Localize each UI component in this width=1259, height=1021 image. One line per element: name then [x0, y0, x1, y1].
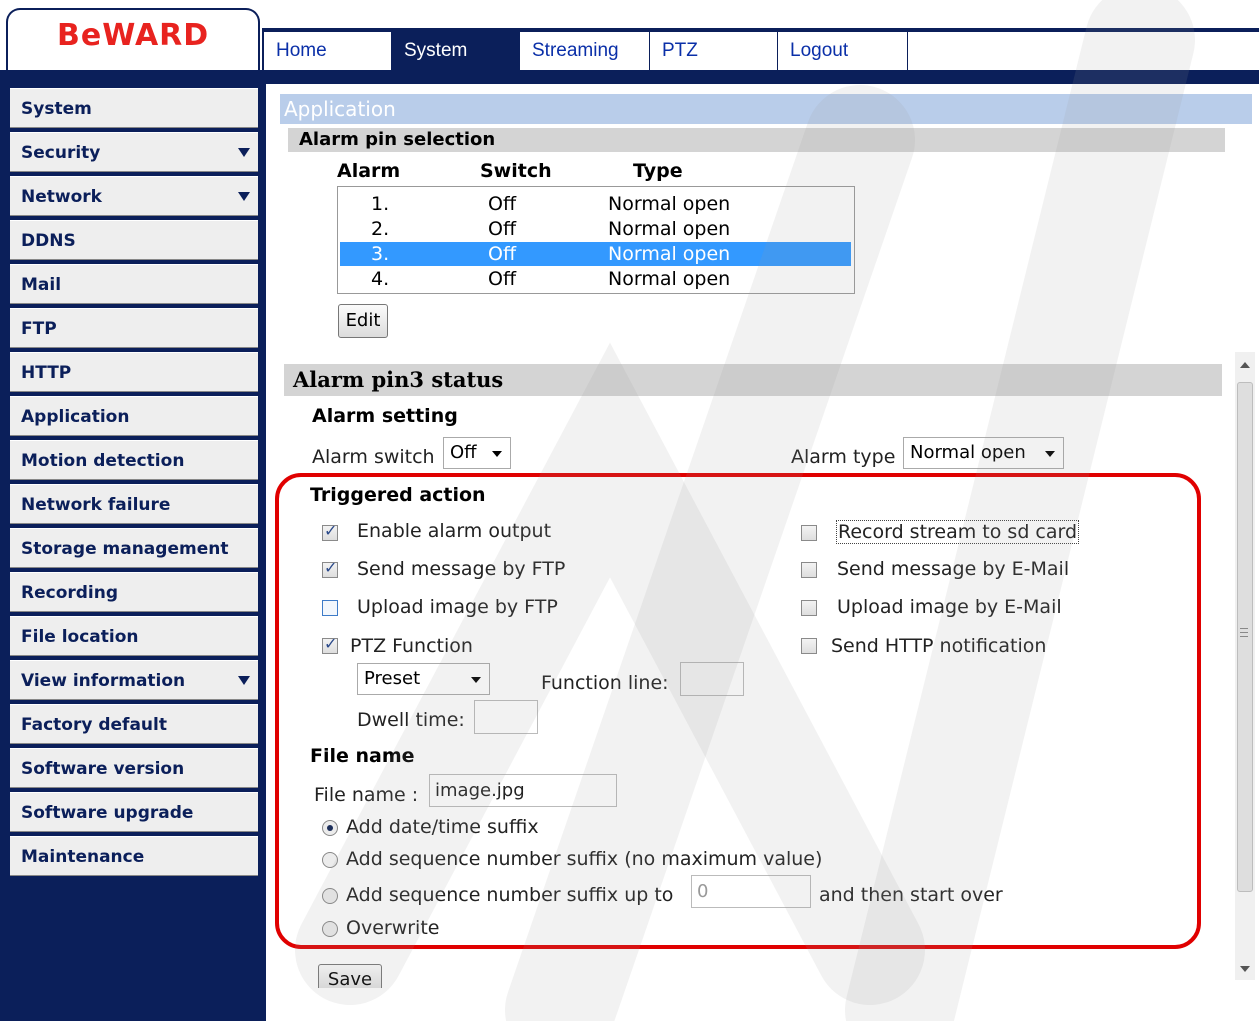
alarm-type: Normal open: [608, 193, 731, 215]
column-alarm: Alarm: [337, 160, 401, 182]
sidebar-item-network[interactable]: Network: [10, 176, 258, 216]
alarm-list[interactable]: 1. Off Normal open 2. Off Normal open 3.…: [337, 186, 855, 294]
alarm-switch: Off: [488, 193, 517, 215]
page-title: Application: [280, 94, 1252, 124]
sidebar-item-label: HTTP: [21, 363, 72, 383]
alarm-type: Normal open: [608, 218, 731, 240]
tab-home[interactable]: Home: [264, 32, 392, 70]
alarm-switch: Off: [488, 268, 517, 290]
tab-system[interactable]: System: [392, 32, 520, 70]
grip-icon: [1240, 636, 1248, 637]
sidebar-item-maintenance[interactable]: Maintenance: [10, 836, 258, 876]
alarm-row[interactable]: 1. Off Normal open: [340, 192, 851, 216]
alarm-status-title: Alarm pin3 status: [284, 364, 1222, 396]
grip-icon: [1240, 632, 1248, 633]
sidebar-item-label: DDNS: [21, 231, 76, 251]
alarm-type: Normal open: [608, 268, 731, 290]
scrollbar-thumb[interactable]: [1237, 382, 1253, 892]
sidebar-item-label: File location: [21, 627, 139, 647]
sidebar-item-recording[interactable]: Recording: [10, 572, 258, 612]
tab-streaming[interactable]: Streaming: [520, 32, 650, 70]
alarm-row-selected[interactable]: 3. Off Normal open: [340, 242, 851, 266]
alarm-switch: Off: [488, 243, 517, 265]
alarm-switch-value: Off: [450, 442, 477, 463]
sidebar-item-storage-management[interactable]: Storage management: [10, 528, 258, 568]
alarm-switch: Off: [488, 218, 517, 240]
sidebar-item-label: System: [21, 99, 92, 119]
alarm-type: Normal open: [608, 243, 731, 265]
content-clip: [266, 988, 1235, 1021]
scroll-down-icon[interactable]: [1240, 966, 1250, 972]
alarm-type-label: Alarm type: [791, 446, 896, 468]
header-divider: [0, 70, 1259, 84]
chevron-down-icon: [238, 192, 250, 201]
sidebar-item-factory-default[interactable]: Factory default: [10, 704, 258, 744]
grip-icon: [1240, 628, 1248, 629]
highlight-frame: [275, 473, 1201, 949]
chevron-down-icon: [492, 451, 502, 457]
sidebar-item-label: Software upgrade: [21, 803, 194, 823]
sidebar-item-motion-detection[interactable]: Motion detection: [10, 440, 258, 480]
sidebar-item-label: Factory default: [21, 715, 167, 735]
alarm-number: 1.: [371, 193, 390, 215]
alarm-switch-label: Alarm switch: [312, 446, 435, 468]
sidebar-item-label: Maintenance: [21, 847, 145, 867]
sidebar-item-label: Mail: [21, 275, 62, 295]
sidebar-item-label: Storage management: [21, 539, 229, 559]
sidebar-item-network-failure-detection[interactable]: Network failure detection: [10, 484, 258, 555]
sidebar-item-application[interactable]: Application: [10, 396, 258, 436]
beward-logo: BeWARD: [57, 18, 210, 53]
sidebar-item-mail[interactable]: Mail: [10, 264, 258, 304]
sidebar-item-security[interactable]: Security: [10, 132, 258, 172]
sidebar-item-software-version[interactable]: Software version: [10, 748, 258, 788]
alarm-row[interactable]: 2. Off Normal open: [340, 217, 851, 241]
scroll-up-icon[interactable]: [1240, 362, 1250, 368]
alarm-number: 4.: [371, 268, 390, 290]
sidebar-item-system[interactable]: System: [10, 88, 258, 128]
sidebar-item-label: Recording: [21, 583, 119, 603]
tab-ptz[interactable]: PTZ: [650, 32, 778, 70]
alarm-row[interactable]: 4. Off Normal open: [340, 267, 851, 291]
alarm-selection-title: Alarm pin selection: [288, 128, 1225, 152]
sidebar-item-view-information[interactable]: View information: [10, 660, 258, 700]
tab-logout[interactable]: Logout: [778, 32, 908, 70]
sidebar-item-http[interactable]: HTTP: [10, 352, 258, 392]
sidebar-item-label: FTP: [21, 319, 57, 339]
sidebar-item-label: Security: [21, 143, 101, 163]
sidebar-item-label: Motion detection: [21, 451, 185, 471]
alarm-type-value: Normal open: [910, 442, 1026, 463]
sidebar-item-label: View information: [21, 671, 186, 691]
column-type: Type: [633, 160, 683, 182]
alarm-setting-title: Alarm setting: [312, 405, 458, 427]
sidebar-item-label: Network: [21, 187, 102, 207]
sidebar-item-label: Application: [21, 407, 130, 427]
alarm-number: 3.: [371, 243, 390, 265]
sidebar-item-file-location[interactable]: File location: [10, 616, 258, 656]
sidebar-item-ddns[interactable]: DDNS: [10, 220, 258, 260]
alarm-switch-select[interactable]: Off: [443, 437, 511, 469]
alarm-type-select[interactable]: Normal open: [903, 437, 1064, 469]
edit-button[interactable]: Edit: [338, 304, 388, 338]
alarm-number: 2.: [371, 218, 390, 240]
sidebar-item-ftp[interactable]: FTP: [10, 308, 258, 348]
sidebar-item-label: Software version: [21, 759, 185, 779]
column-switch: Switch: [480, 160, 552, 182]
chevron-down-icon: [238, 148, 250, 157]
chevron-down-icon: [238, 676, 250, 685]
top-nav-filler: [908, 32, 1259, 70]
chevron-down-icon: [1045, 451, 1055, 457]
sidebar-item-software-upgrade[interactable]: Software upgrade: [10, 792, 258, 832]
